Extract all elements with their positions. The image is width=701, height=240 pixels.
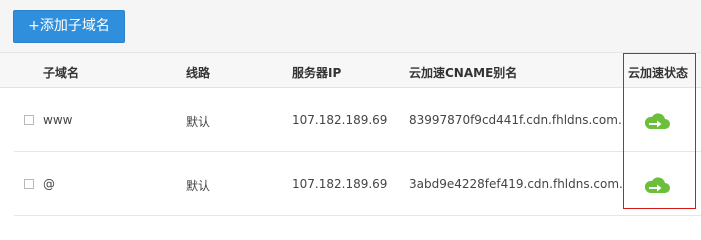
- server-ip-cell: 107.182.189.69: [292, 113, 388, 127]
- cloud-arrow-icon[interactable]: [643, 112, 671, 130]
- subdomain-table: 子域名 线路 服务器IP 云加速CNAME别名 云加速状态 www 默认 107…: [0, 53, 701, 216]
- dns-subdomain-page: +添加子域名 子域名 线路 服务器IP 云加速CNAME别名 云加速状态 www…: [0, 0, 701, 216]
- cloud-arrow-icon[interactable]: [643, 176, 671, 194]
- table-row: www 默认 107.182.189.69 83997870f9cd441f.c…: [14, 88, 701, 152]
- row-checkbox[interactable]: [24, 115, 34, 125]
- cname-cell: 3abd9e4228fef419.cdn.fhldns.com.: [409, 177, 623, 191]
- row-checkbox[interactable]: [24, 179, 34, 189]
- line-cell: 默认: [186, 179, 211, 193]
- subdomain-cell: @: [43, 177, 55, 191]
- cname-cell: 83997870f9cd441f.cdn.fhldns.com.: [409, 113, 622, 127]
- toolbar: +添加子域名: [0, 0, 701, 53]
- server-ip-cell: 107.182.189.69: [292, 177, 388, 191]
- table-row: @ 默认 107.182.189.69 3abd9e4228fef419.cdn…: [14, 152, 701, 216]
- header-cname: 云加速CNAME别名: [409, 66, 518, 80]
- header-subdomain: 子域名: [43, 66, 80, 80]
- subdomain-cell: www: [43, 113, 73, 127]
- header-cloud-status: 云加速状态: [628, 66, 689, 80]
- header-server-ip: 服务器IP: [292, 66, 342, 80]
- table-header: 子域名 线路 服务器IP 云加速CNAME别名 云加速状态: [0, 53, 701, 88]
- header-line: 线路: [186, 66, 211, 80]
- line-cell: 默认: [186, 115, 211, 129]
- add-subdomain-button[interactable]: +添加子域名: [13, 10, 125, 43]
